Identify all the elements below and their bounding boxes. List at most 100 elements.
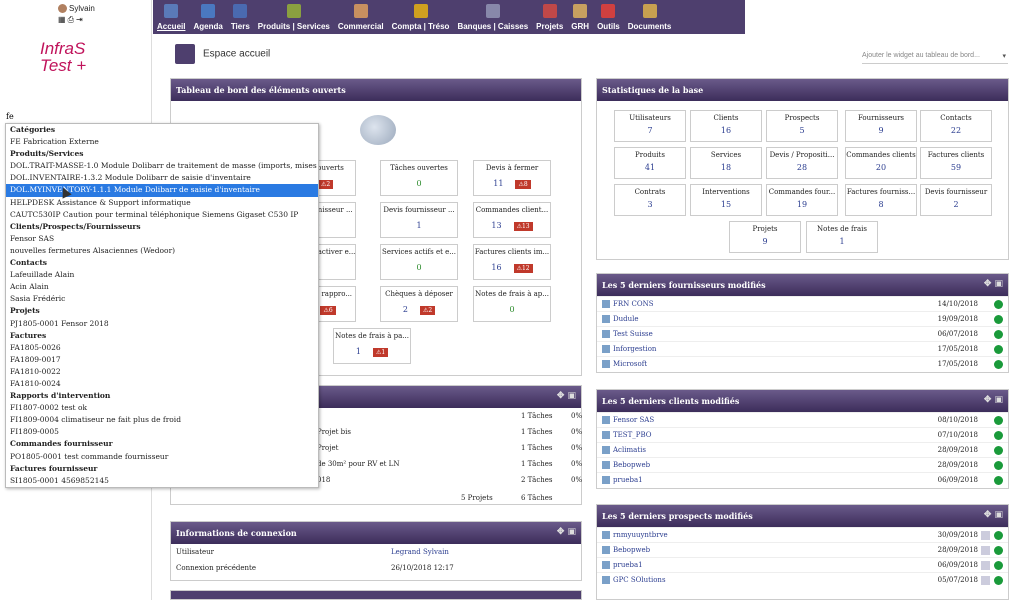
- menu-item-1[interactable]: Agenda: [189, 0, 226, 34]
- company-name[interactable]: Inforgestion: [613, 345, 656, 353]
- dashboard-tile[interactable]: Devis fournisseur ... 1: [380, 202, 458, 238]
- dropdown-item[interactable]: FE Fabrication Externe: [6, 136, 318, 148]
- print-icon[interactable]: ⎙: [68, 15, 76, 24]
- company-logo[interactable]: InfraS Test +: [40, 40, 120, 75]
- dropdown-item[interactable]: DOL.TRAIT-MASSE-1.0 Module Dolibarr de t…: [6, 160, 318, 172]
- dropdown-item[interactable]: Acin Alain: [6, 281, 318, 293]
- list-item[interactable]: Test Suisse 06/07/2018: [597, 326, 1008, 341]
- dashboard-tile[interactable]: Devis à fermer 11 ⚠8: [473, 160, 551, 196]
- dashboard-tile[interactable]: Commandes client... 13 ⚠13: [473, 202, 551, 238]
- company-name[interactable]: Microsoft: [613, 360, 647, 368]
- dropdown-item[interactable]: Sasia Frédéric: [6, 293, 318, 305]
- list-item[interactable]: prueba1 06/09/2018: [597, 472, 1008, 487]
- company-name[interactable]: TEST_PBO: [613, 431, 651, 439]
- menu-item-9[interactable]: Outils: [593, 0, 624, 34]
- dropdown-item[interactable]: nouvelles fermetures Alsaciennes (Wedoor…: [6, 245, 318, 257]
- stat-tile[interactable]: Utilisateurs 7: [614, 110, 686, 142]
- dropdown-item[interactable]: PJ1805-0001 Fensor 2018: [6, 318, 318, 330]
- stat-tile[interactable]: Projets 9: [729, 221, 801, 253]
- list-item[interactable]: Fensor SAS 08/10/2018: [597, 412, 1008, 427]
- list-item[interactable]: prueba1 06/09/2018: [597, 557, 1008, 572]
- connection-user-value[interactable]: Legrand Sylvain: [391, 548, 449, 556]
- dropdown-item[interactable]: Fensor SAS: [6, 233, 318, 245]
- stat-tile[interactable]: Commandes clients 20: [845, 147, 917, 179]
- dropdown-item[interactable]: DOL.MYINVENTORY-1.1.1 Module Dolibarr de…: [6, 184, 318, 197]
- calculator-icon[interactable]: ▦: [58, 15, 68, 24]
- list-item[interactable]: Bebopweb 28/09/2018: [597, 542, 1008, 557]
- company-name[interactable]: prueba1: [613, 561, 643, 569]
- project-name[interactable]: 018: [317, 476, 330, 484]
- stat-tile[interactable]: Devis fournisseur 2: [920, 184, 992, 216]
- dashboard-tile[interactable]: Tâches ouvertes 0: [380, 160, 458, 196]
- dropdown-item[interactable]: SI1805-0001 4569852145: [6, 475, 318, 487]
- list-item[interactable]: Microsoft 17/05/2018: [597, 356, 1008, 371]
- stat-tile[interactable]: Fournisseurs 9: [845, 110, 917, 142]
- dropdown-item[interactable]: FA1810-0022: [6, 366, 318, 378]
- dropdown-item[interactable]: CAUTC530IP Caution pour terminal télépho…: [6, 209, 318, 221]
- company-name[interactable]: GPC SOlutions: [613, 576, 666, 584]
- stat-tile[interactable]: Notes de frais 1: [806, 221, 878, 253]
- menu-item-4[interactable]: Commercial: [334, 0, 388, 34]
- tile-number[interactable]: 1: [356, 347, 361, 356]
- stat-tile[interactable]: Clients 16: [690, 110, 762, 142]
- tile-number[interactable]: 0: [416, 179, 421, 188]
- list-item[interactable]: GPC SOlutions 05/07/2018: [597, 572, 1008, 587]
- stat-tile[interactable]: Prospects 5: [766, 110, 838, 142]
- stat-tile[interactable]: Interventions 15: [690, 184, 762, 216]
- menu-item-3[interactable]: Produits | Services: [254, 0, 334, 34]
- menu-item-8[interactable]: GRH: [567, 0, 593, 34]
- dropdown-item[interactable]: FA1810-0024: [6, 378, 318, 390]
- company-name[interactable]: Bebopweb: [613, 546, 650, 554]
- dashboard-tile[interactable]: Factures clients im... 16 ⚠12: [473, 244, 551, 280]
- list-item[interactable]: TEST_PBO 07/10/2018: [597, 427, 1008, 442]
- dropdown-item[interactable]: Lafeuillade Alain: [6, 269, 318, 281]
- widget-select[interactable]: Ajouter le widget au tableau de bord... …: [862, 50, 1008, 64]
- dropdown-item[interactable]: FI1809-0004 climatiseur ne fait plus de …: [6, 414, 318, 426]
- box-buttons[interactable]: ✥ ▣: [984, 279, 1003, 289]
- search-input[interactable]: [6, 110, 146, 122]
- dropdown-item[interactable]: FI1809-0005: [6, 426, 318, 438]
- dropdown-item[interactable]: PO1805-0001 test commande fournisseur: [6, 451, 318, 463]
- tile-number[interactable]: 11: [493, 179, 503, 188]
- list-item[interactable]: Bebopweb 28/09/2018: [597, 457, 1008, 472]
- dropdown-item[interactable]: FI1807-0002 test ok: [6, 402, 318, 414]
- tile-number[interactable]: 0: [509, 305, 514, 314]
- company-name[interactable]: rnmyuuyntbrve: [613, 531, 668, 539]
- menu-item-5[interactable]: Compta | Tréso: [388, 0, 454, 34]
- menu-item-2[interactable]: Tiers: [227, 0, 254, 34]
- list-item[interactable]: rnmyuuyntbrve 30/09/2018: [597, 527, 1008, 542]
- user-name[interactable]: Sylvain: [69, 4, 95, 13]
- menu-item-6[interactable]: Banques | Caisses: [453, 0, 532, 34]
- company-name[interactable]: Aclimatis: [613, 446, 646, 454]
- tile-number[interactable]: 1: [416, 221, 421, 230]
- company-name[interactable]: FRN CONS: [613, 300, 654, 308]
- stat-tile[interactable]: Contrats 3: [614, 184, 686, 216]
- dropdown-item[interactable]: DOL.INVENTAIRE-1.3.2 Module Dolibarr de …: [6, 172, 318, 184]
- dropdown-item[interactable]: FA1809-0017: [6, 354, 318, 366]
- box-buttons[interactable]: ✥ ▣: [557, 391, 576, 401]
- menu-item-0[interactable]: Accueil: [153, 0, 189, 34]
- company-name[interactable]: Bebopweb: [613, 461, 650, 469]
- list-item[interactable]: Dudule 19/09/2018: [597, 311, 1008, 326]
- list-item[interactable]: FRN CONS 14/10/2018: [597, 296, 1008, 311]
- tile-number[interactable]: 2: [403, 305, 408, 314]
- stat-tile[interactable]: Devis / Propositi... 28: [766, 147, 838, 179]
- project-name[interactable]: Projet bis: [317, 428, 351, 436]
- project-name[interactable]: de 30m² pour RV et LN: [317, 460, 399, 468]
- dropdown-item[interactable]: HELPDESK Assistance & Support informatiq…: [6, 197, 318, 209]
- menu-item-7[interactable]: Projets: [532, 0, 567, 34]
- stat-tile[interactable]: Produits 41: [614, 147, 686, 179]
- list-item[interactable]: Inforgestion 17/05/2018: [597, 341, 1008, 356]
- avatar[interactable]: [58, 4, 67, 14]
- company-name[interactable]: prueba1: [613, 476, 643, 484]
- dashboard-tile[interactable]: Notes de frais à ap... 0: [473, 286, 551, 322]
- stat-tile[interactable]: Contacts 22: [920, 110, 992, 142]
- stat-tile[interactable]: Factures fourniss... 8: [845, 184, 917, 216]
- box-buttons[interactable]: ✥ ▣: [984, 395, 1003, 405]
- box-buttons[interactable]: ✥ ▣: [557, 527, 576, 537]
- stat-tile[interactable]: Factures clients 59: [920, 147, 992, 179]
- stat-tile[interactable]: Services 18: [690, 147, 762, 179]
- dashboard-tile[interactable]: Notes de frais à pa... 1 ⚠1: [333, 328, 411, 364]
- menu-item-10[interactable]: Documents: [624, 0, 676, 34]
- box-buttons[interactable]: ✥ ▣: [984, 510, 1003, 520]
